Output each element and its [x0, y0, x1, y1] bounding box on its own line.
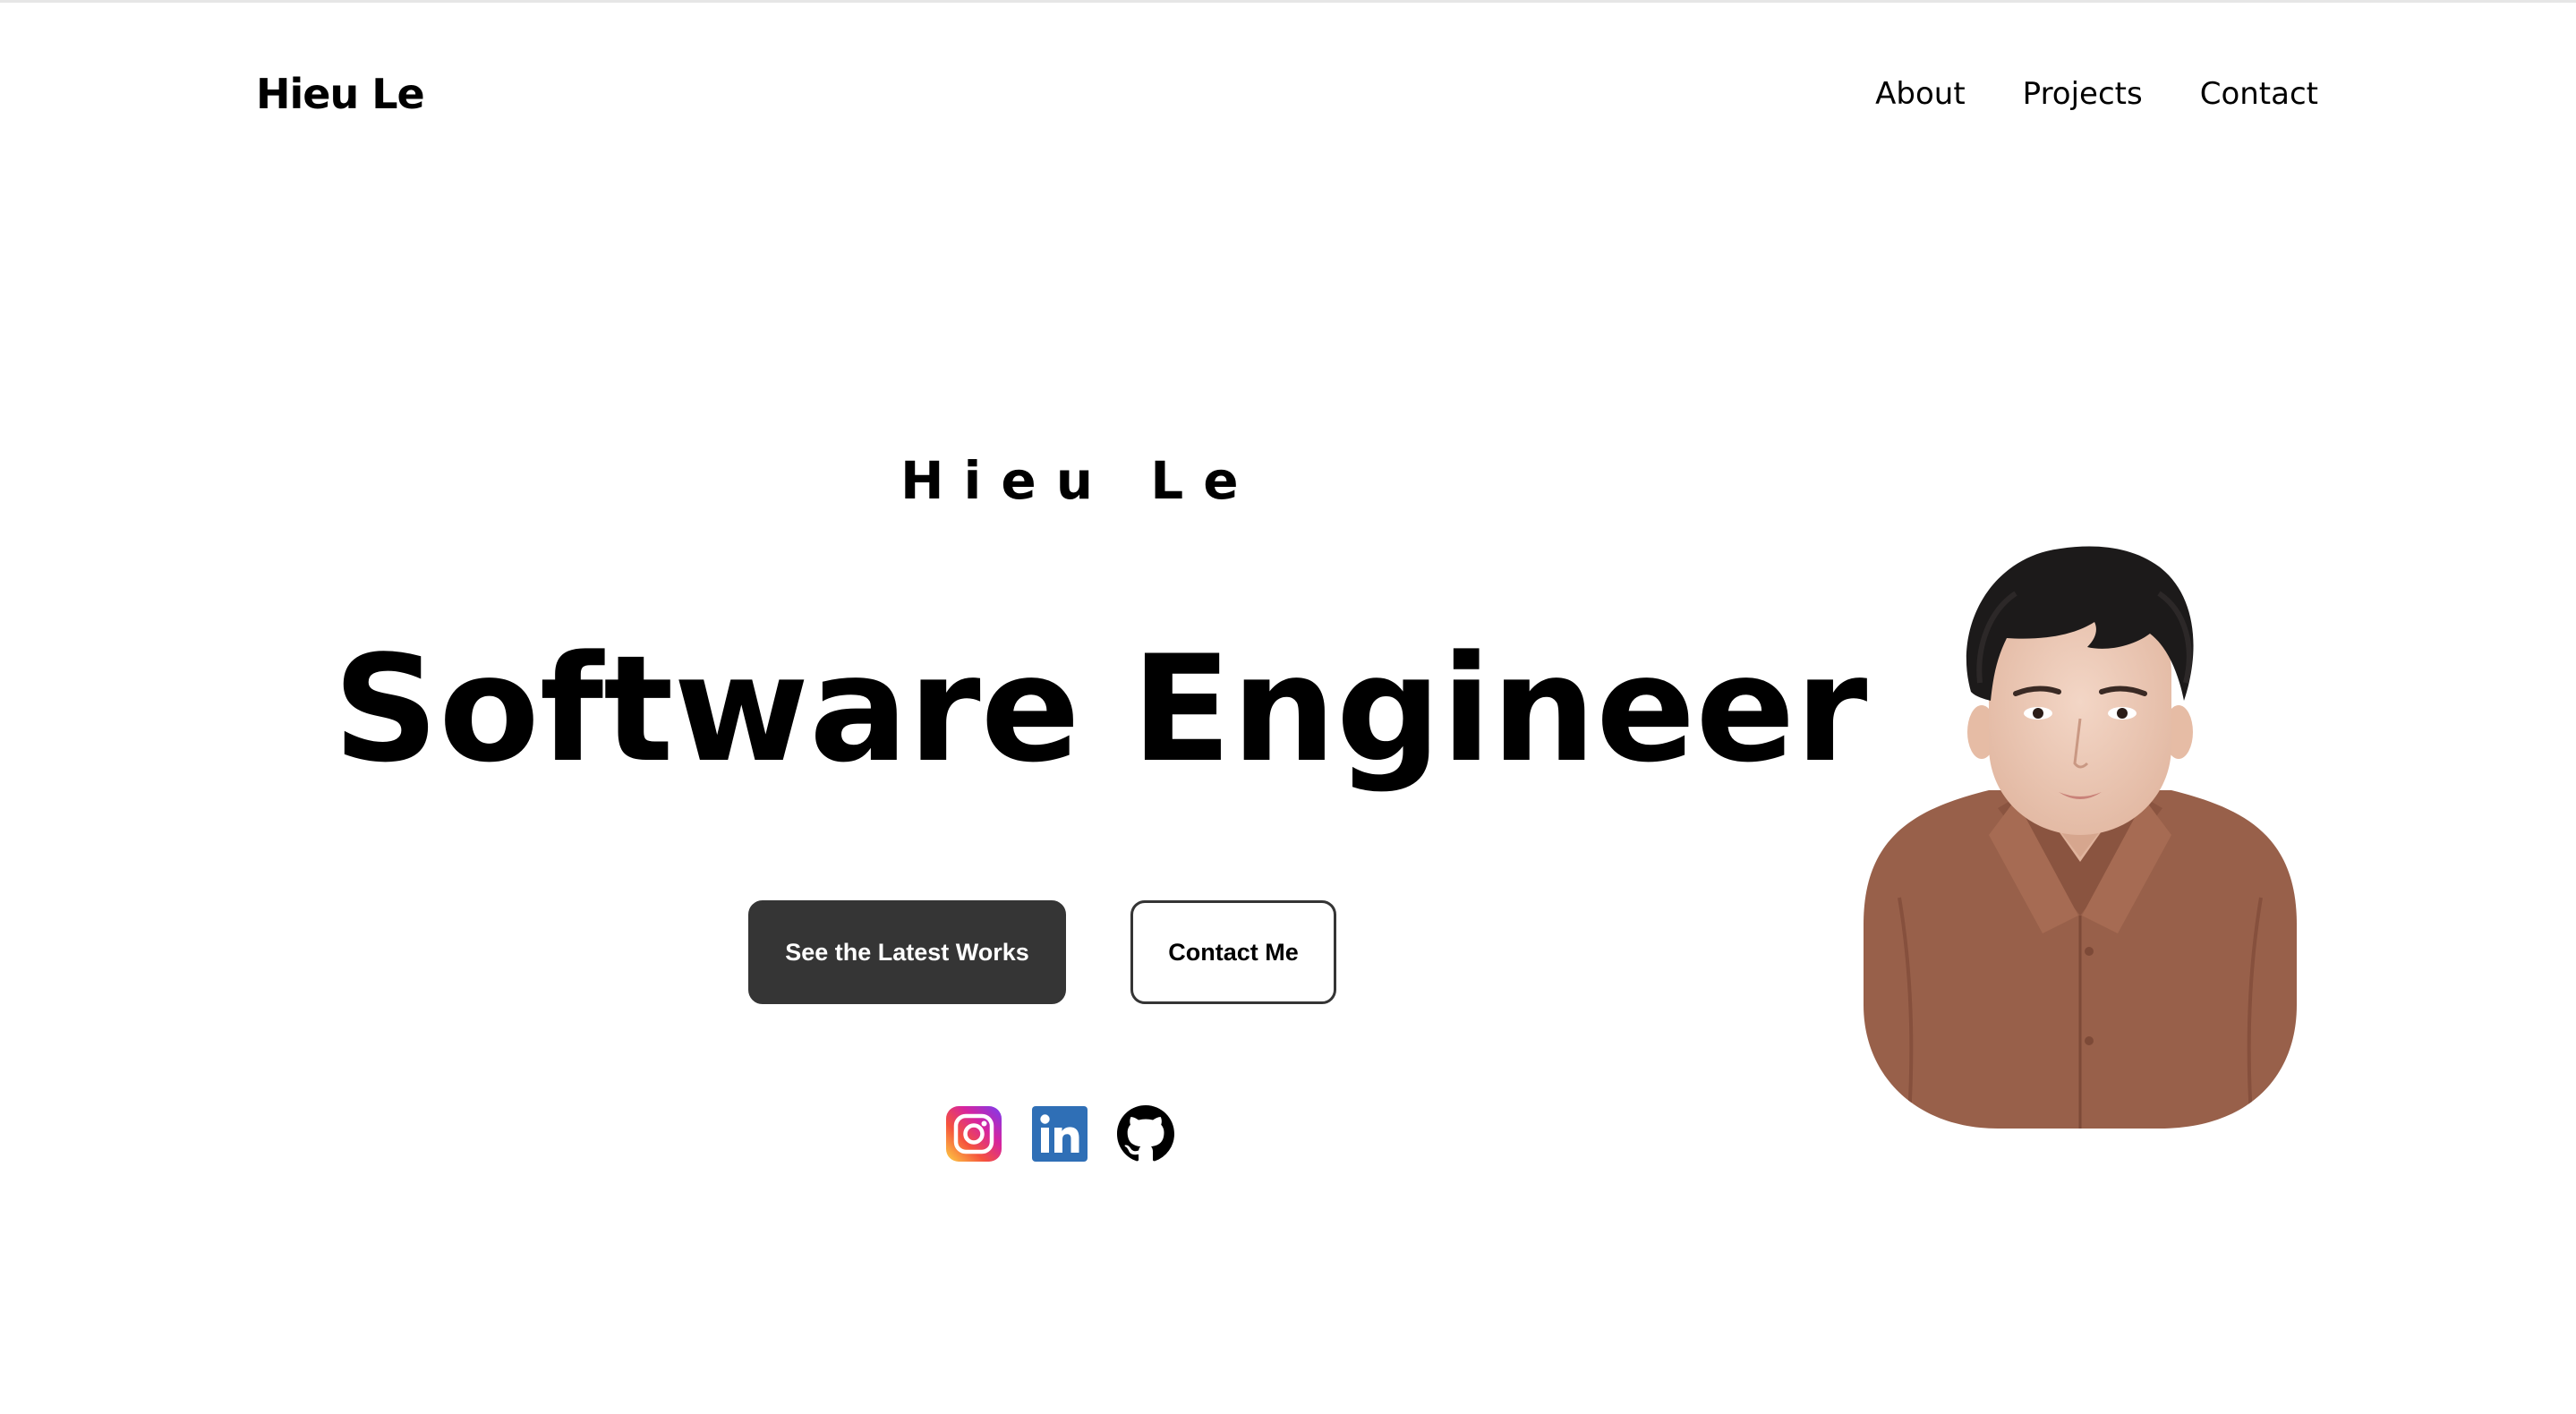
nav-link-about[interactable]: About	[1875, 71, 1966, 117]
portfolio-page: Hieu Le About Projects Contact Hieu Le S…	[0, 0, 2576, 1414]
profile-photo	[1864, 546, 2297, 1129]
main-nav: About Projects Contact	[1875, 71, 2318, 117]
nav-link-projects[interactable]: Projects	[2023, 71, 2143, 117]
github-icon[interactable]	[1117, 1105, 1174, 1163]
hero-title: Software Engineer	[333, 624, 1868, 795]
linkedin-icon[interactable]	[1031, 1105, 1088, 1163]
nav-link-contact[interactable]: Contact	[2200, 71, 2318, 117]
site-logo[interactable]: Hieu Le	[256, 67, 425, 121]
instagram-icon[interactable]	[945, 1105, 1002, 1163]
contact-me-button[interactable]: Contact Me	[1130, 900, 1336, 1004]
see-latest-works-button[interactable]: See the Latest Works	[748, 900, 1066, 1004]
hero-name: Hieu Le	[900, 450, 1258, 511]
social-links	[945, 1105, 1174, 1163]
